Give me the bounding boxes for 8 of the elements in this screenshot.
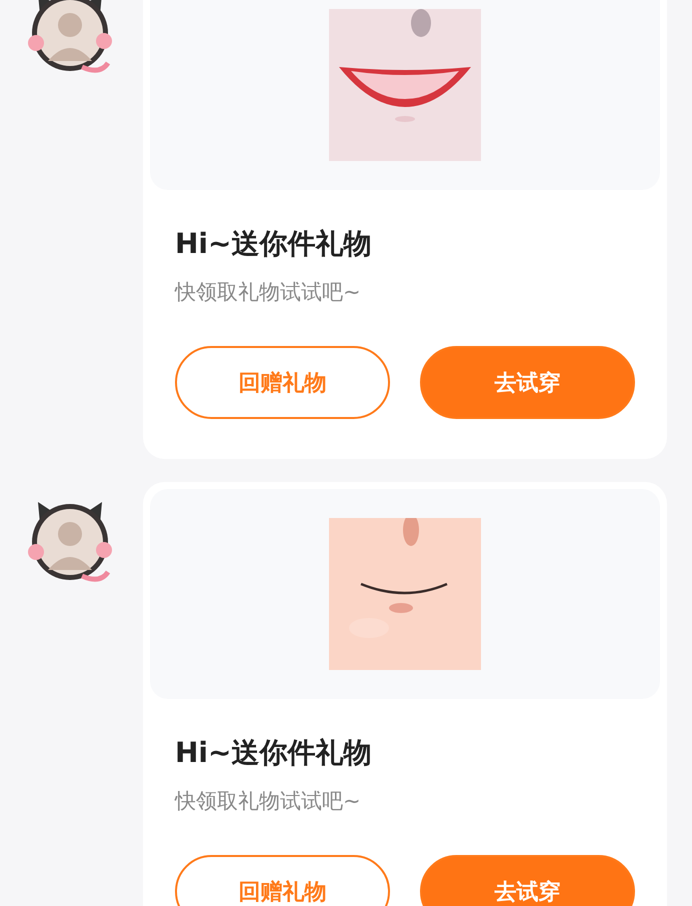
- return-gift-button[interactable]: 回赠礼物: [175, 346, 390, 419]
- gift-title: Hi~送你件礼物: [175, 735, 372, 771]
- gift-subtitle: 快领取礼物试试吧~: [175, 279, 362, 306]
- gift-subtitle: 快领取礼物试试吧~: [175, 788, 362, 815]
- gift-title: Hi~送你件礼物: [175, 226, 372, 262]
- return-gift-button[interactable]: 回赠礼物: [175, 855, 390, 906]
- try-on-button[interactable]: 去试穿: [420, 346, 635, 419]
- try-on-button[interactable]: 去试穿: [420, 855, 635, 906]
